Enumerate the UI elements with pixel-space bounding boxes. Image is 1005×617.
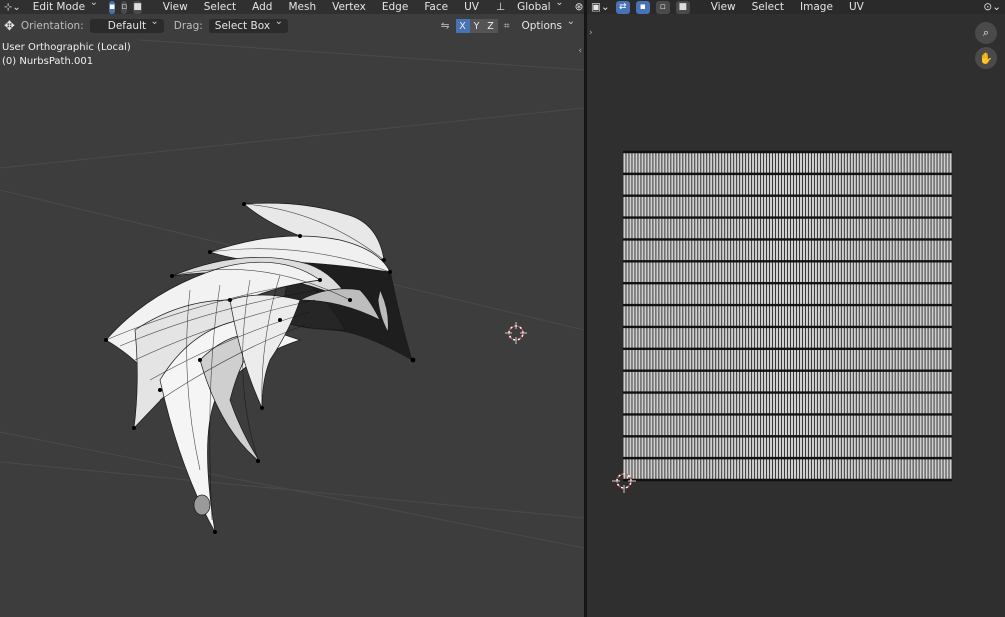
- uv-menu-uv[interactable]: UV: [844, 1, 869, 13]
- uv-edge-select-button[interactable]: ▫: [655, 0, 670, 14]
- mirror-icon[interactable]: ⇋: [441, 20, 450, 32]
- menu-add[interactable]: Add: [247, 1, 277, 13]
- viewport-canvas[interactable]: [0, 0, 584, 617]
- menu-vertex[interactable]: Vertex: [327, 1, 371, 13]
- hair-mesh[interactable]: [105, 202, 413, 533]
- uv-editor[interactable]: ▣⌄ ⇄ ▪ ▫ ■ View Select Image UV ⊙⌄ ⌕ ✋ ›: [587, 0, 1005, 617]
- object-name-text: (0) NurbsPath.001: [2, 56, 94, 67]
- pivot-icon[interactable]: ⊛⌄: [575, 1, 584, 13]
- drag-dropdown-label: Select Box: [214, 20, 271, 32]
- uv-face-select-button[interactable]: ■: [675, 0, 690, 14]
- pan-hand-icon[interactable]: ✋: [975, 47, 997, 69]
- uv-sync-selection-button[interactable]: ⇄: [615, 0, 630, 14]
- sidebar-toggle-icon[interactable]: ‹: [578, 46, 582, 56]
- transform-orientation-label: Global: [517, 1, 551, 13]
- move-tool-icon[interactable]: ✥: [4, 19, 15, 34]
- uv-sidebar-toggle-icon[interactable]: ›: [589, 28, 593, 38]
- viewport-header: ⊹⌄ Edit Mode ▪ ▫ ■ View Select Add Mesh …: [0, 0, 584, 14]
- edge-select-mode-button[interactable]: ▫: [121, 0, 128, 14]
- axis-z-toggle[interactable]: Z: [483, 19, 498, 33]
- uv-menu-select[interactable]: Select: [747, 1, 789, 13]
- drag-label: Drag:: [173, 20, 203, 32]
- orientation-icon: ⊥: [495, 1, 506, 13]
- uv-menu-view[interactable]: View: [706, 1, 741, 13]
- uv-pivot-icon[interactable]: ⊙⌄: [983, 1, 1001, 13]
- axis-x-toggle[interactable]: X: [455, 19, 470, 33]
- axis-y-toggle[interactable]: Y: [469, 19, 484, 33]
- transform-orientation-dropdown[interactable]: Global: [511, 0, 569, 14]
- menu-face[interactable]: Face: [419, 1, 453, 13]
- drag-dropdown[interactable]: Select Box: [208, 16, 289, 33]
- mode-dropdown-label: Edit Mode: [32, 1, 86, 13]
- uv-canvas[interactable]: [587, 0, 1005, 617]
- menu-uv[interactable]: UV: [459, 1, 484, 13]
- tool-header: ✥ Orientation: Default Drag: Select Box …: [0, 15, 584, 37]
- editor-type-icon[interactable]: ⊹⌄: [4, 2, 21, 13]
- view-name-text: User Orthographic (Local): [2, 42, 131, 53]
- face-select-mode-button[interactable]: ■: [133, 0, 142, 14]
- uv-editor-type-icon[interactable]: ▣⌄: [591, 1, 610, 13]
- menu-mesh[interactable]: Mesh: [283, 1, 321, 13]
- orientation-label: Orientation:: [20, 20, 84, 32]
- zoom-icon[interactable]: ⌕: [975, 22, 997, 44]
- 3d-cursor-icon[interactable]: [505, 322, 527, 344]
- menu-edge[interactable]: Edge: [377, 1, 413, 13]
- menu-view[interactable]: View: [158, 1, 193, 13]
- orientation-dropdown[interactable]: Default: [89, 16, 164, 33]
- auto-merge-icon[interactable]: ⌗: [504, 20, 510, 33]
- uv-menu-image[interactable]: Image: [795, 1, 838, 13]
- orientation-dropdown-label: Default: [107, 20, 147, 32]
- uv-vertex-select-button[interactable]: ▪: [635, 0, 650, 14]
- mode-dropdown[interactable]: Edit Mode: [27, 0, 103, 14]
- uv-header: ▣⌄ ⇄ ▪ ▫ ■ View Select Image UV ⊙⌄: [587, 0, 1005, 14]
- 3d-viewport[interactable]: ⊹⌄ Edit Mode ▪ ▫ ■ View Select Add Mesh …: [0, 0, 584, 617]
- options-label: Options: [521, 20, 562, 32]
- options-dropdown[interactable]: Options: [515, 16, 580, 33]
- vertex-select-mode-button[interactable]: ▪: [109, 0, 116, 14]
- menu-select[interactable]: Select: [199, 1, 241, 13]
